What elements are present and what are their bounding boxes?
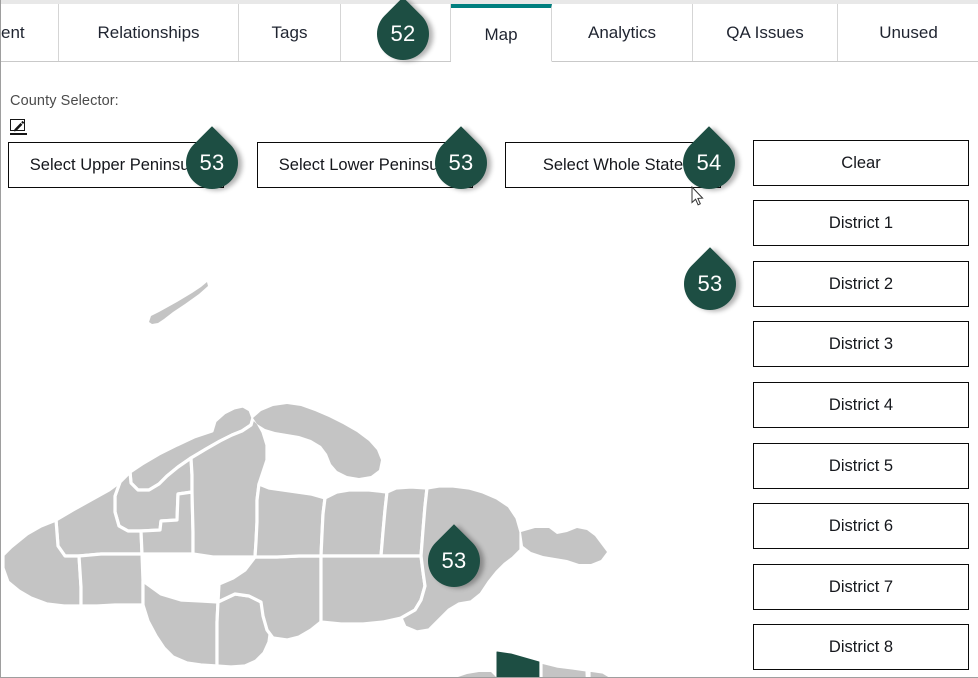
tab-label: Unused bbox=[879, 22, 938, 42]
tab-unused[interactable]: Unused bbox=[838, 4, 978, 61]
select-whole-state-button[interactable]: Select Whole State bbox=[505, 142, 721, 188]
button-label: District 4 bbox=[828, 395, 894, 414]
select-upper-peninsula-button[interactable]: Select Upper Peninsula bbox=[8, 142, 224, 188]
tab-analytics[interactable]: Analytics bbox=[552, 4, 693, 61]
district-7-button[interactable]: District 7 bbox=[753, 564, 969, 610]
district-5-button[interactable]: District 5 bbox=[753, 443, 969, 489]
selected-county bbox=[496, 651, 541, 677]
tab-label: ent bbox=[1, 22, 25, 42]
tab-bar: ent Relationships Tags D Map Analytics Q… bbox=[1, 4, 978, 62]
county-luce bbox=[379, 485, 429, 558]
select-lower-peninsula-button[interactable]: Select Lower Peninsula bbox=[257, 142, 473, 188]
button-label: District 3 bbox=[828, 334, 894, 353]
tab-label: D bbox=[377, 22, 390, 42]
county-schoolcraft bbox=[319, 488, 389, 558]
button-label: District 1 bbox=[828, 213, 894, 232]
button-label: Select Upper Peninsula bbox=[29, 155, 203, 174]
county-presque-isle bbox=[539, 660, 589, 677]
button-label: District 8 bbox=[828, 637, 894, 656]
map-panel: County Selector: Select Upper Peninsula … bbox=[1, 62, 978, 677]
tab-label: QA Issues bbox=[726, 22, 804, 42]
tab-tags[interactable]: Tags bbox=[239, 4, 341, 61]
tab-label: Relationships bbox=[97, 22, 200, 42]
county-selector-label: County Selector: bbox=[10, 93, 119, 109]
tab-d[interactable]: D bbox=[341, 4, 451, 61]
county-up-north-shore bbox=[253, 404, 381, 478]
county-alger bbox=[253, 482, 327, 559]
tab-qa-issues[interactable]: QA Issues bbox=[693, 4, 838, 61]
district-6-button[interactable]: District 6 bbox=[753, 503, 969, 549]
tab-label: Map bbox=[484, 24, 518, 44]
county-iron bbox=[77, 552, 145, 608]
button-label: District 5 bbox=[828, 456, 894, 475]
button-label: District 2 bbox=[828, 274, 894, 293]
district-3-button[interactable]: District 3 bbox=[753, 321, 969, 367]
button-label: Clear bbox=[841, 153, 881, 172]
map-tab-page: ent Relationships Tags D Map Analytics Q… bbox=[0, 0, 978, 678]
tab-relationships[interactable]: Relationships bbox=[59, 4, 239, 61]
tab-label: Analytics bbox=[587, 22, 657, 42]
button-label: Select Lower Peninsula bbox=[278, 155, 452, 174]
pencil-glyph bbox=[14, 120, 25, 132]
district-4-button[interactable]: District 4 bbox=[753, 382, 969, 428]
tab-ent[interactable]: ent bbox=[1, 4, 59, 61]
michigan-county-map[interactable] bbox=[1, 132, 741, 677]
district-2-button[interactable]: District 2 bbox=[753, 261, 969, 307]
district-1-button[interactable]: District 1 bbox=[753, 200, 969, 246]
county-emmet-bay-shore bbox=[458, 672, 496, 677]
button-label: Select Whole State bbox=[542, 155, 684, 174]
county-isle-royale bbox=[149, 282, 208, 324]
county-up-east-fringe bbox=[521, 528, 607, 564]
button-label: District 6 bbox=[828, 516, 894, 535]
tab-map[interactable]: Map bbox=[451, 4, 552, 62]
tab-label: Tags bbox=[271, 22, 308, 42]
county-alpena bbox=[587, 668, 615, 677]
clear-button[interactable]: Clear bbox=[753, 140, 969, 186]
county-dickinson bbox=[141, 579, 220, 668]
michigan-map-svg bbox=[1, 282, 615, 677]
district-8-button[interactable]: District 8 bbox=[753, 624, 969, 670]
button-label: District 7 bbox=[828, 577, 894, 596]
